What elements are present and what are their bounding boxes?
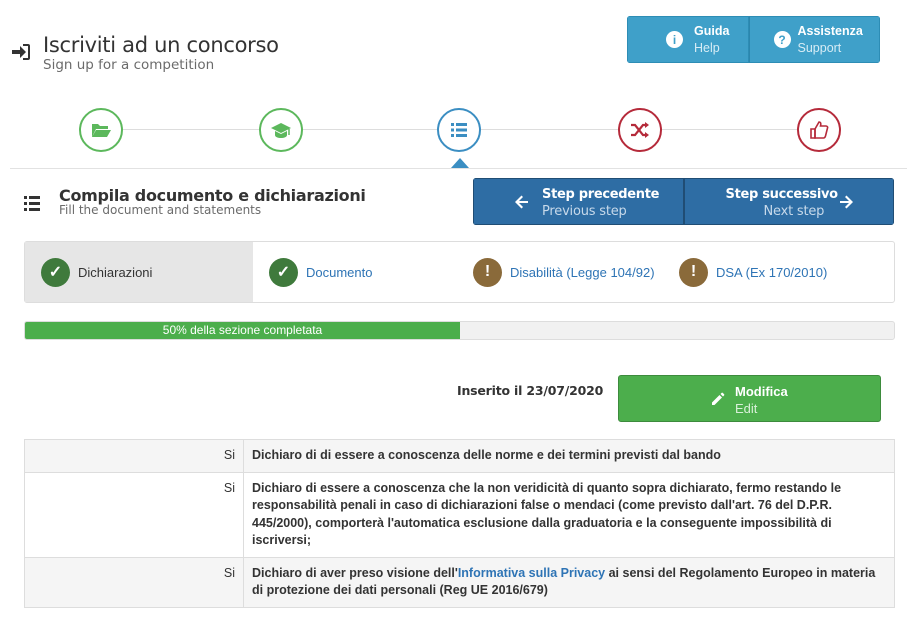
previous-step-button[interactable]: Step precedente Previous step (473, 178, 684, 225)
exclamation-circle-icon: ! (473, 257, 502, 287)
check-circle-icon: ✓ (41, 257, 70, 287)
random-icon (631, 122, 649, 138)
list-icon (24, 196, 40, 211)
check-circle-icon: ✓ (269, 257, 298, 287)
step-5[interactable] (797, 108, 841, 152)
step-4[interactable] (618, 108, 662, 152)
step-2[interactable] (259, 108, 303, 152)
declaration-answer: Si (24, 556, 244, 608)
declaration-answer: Si (24, 439, 244, 473)
section-subtitle: Fill the document and statements (59, 203, 262, 217)
help-button-sublabel: Help (694, 40, 720, 55)
step-navigation: Step precedente Previous step Step succe… (473, 178, 894, 225)
thumbs-up-icon (810, 121, 829, 139)
question-icon: ? (773, 31, 791, 48)
support-button-sublabel: Support (797, 40, 842, 55)
info-icon: i (666, 31, 683, 48)
declaration-answer: Si (24, 471, 244, 558)
declaration-text: Dichiaro di aver preso visione dell'Info… (243, 556, 895, 608)
step-1[interactable] (79, 108, 123, 152)
edit-button-label: Modifica (735, 384, 788, 399)
table-row: Si Dichiaro di essere a conoscenza che l… (24, 471, 895, 558)
tab-documento[interactable]: ✓ Documento (253, 242, 473, 302)
arrow-left-icon (515, 195, 528, 209)
tab-disabilita[interactable]: ! Disabilità (Legge 104/92) (473, 242, 679, 302)
graduation-cap-icon (271, 123, 291, 138)
page-subtitle: Sign up for a competition (43, 57, 215, 73)
next-step-sublabel: Next step (763, 204, 825, 219)
step-3[interactable] (437, 108, 481, 152)
sign-in-icon (12, 44, 30, 60)
progress-label: 50% della sezione completata (162, 323, 323, 337)
tab-dichiarazioni[interactable]: ✓ Dichiarazioni (25, 242, 253, 302)
page-header: Iscriviti ad un concorso Sign up for a c… (0, 0, 917, 100)
edit-button-sublabel: Edit (735, 401, 758, 416)
table-row: Si Dichiaro di aver preso visione dell'I… (24, 556, 895, 608)
list-icon (451, 123, 467, 137)
declaration-text-before: Dichiaro di aver preso visione dell' (252, 565, 458, 580)
page-title: Iscriviti ad un concorso (43, 33, 279, 57)
tab-label: Documento (306, 264, 373, 280)
inserted-date: Inserito il 23/07/2020 (457, 383, 604, 398)
section-tabs: ✓ Dichiarazioni ✓ Documento ! Disabilità… (24, 241, 895, 303)
help-button-group: i Guida Help ? Assistenza Support (627, 16, 880, 63)
support-button[interactable]: ? Assistenza Support (748, 16, 880, 63)
section-progress-bar: 50% della sezione completata (24, 321, 895, 340)
table-row: Si Dichiaro di di essere a conoscenza de… (24, 439, 895, 473)
tab-dsa[interactable]: ! DSA (Ex 170/2010) (679, 242, 827, 302)
current-step-caret (451, 158, 469, 168)
previous-step-sublabel: Previous step (542, 204, 627, 219)
help-button-label: Guida (694, 23, 730, 38)
arrow-right-icon (839, 195, 853, 209)
folder-open-icon (92, 124, 111, 137)
tab-label: Dichiarazioni (78, 264, 153, 280)
declaration-text: Dichiaro di di essere a conoscenza delle… (243, 439, 895, 473)
next-step-button[interactable]: Step successivo Next step (683, 178, 894, 225)
tab-label: DSA (Ex 170/2010) (716, 264, 828, 280)
privacy-policy-link[interactable]: Informativa sulla Privacy (458, 566, 605, 580)
help-button[interactable]: i Guida Help (627, 16, 749, 63)
pencil-icon (712, 392, 725, 405)
edit-button[interactable]: Modifica Edit (618, 375, 881, 422)
support-button-label: Assistenza (797, 23, 863, 38)
tab-label: Disabilità (Legge 104/92) (510, 264, 655, 280)
steps-divider (10, 168, 907, 169)
next-step-label: Step successivo (725, 187, 839, 202)
exclamation-circle-icon: ! (679, 257, 708, 287)
declaration-text: Dichiaro di essere a conoscenza che la n… (243, 471, 895, 558)
declarations-table: Si Dichiaro di di essere a conoscenza de… (24, 439, 895, 608)
previous-step-label: Step precedente (542, 187, 660, 202)
